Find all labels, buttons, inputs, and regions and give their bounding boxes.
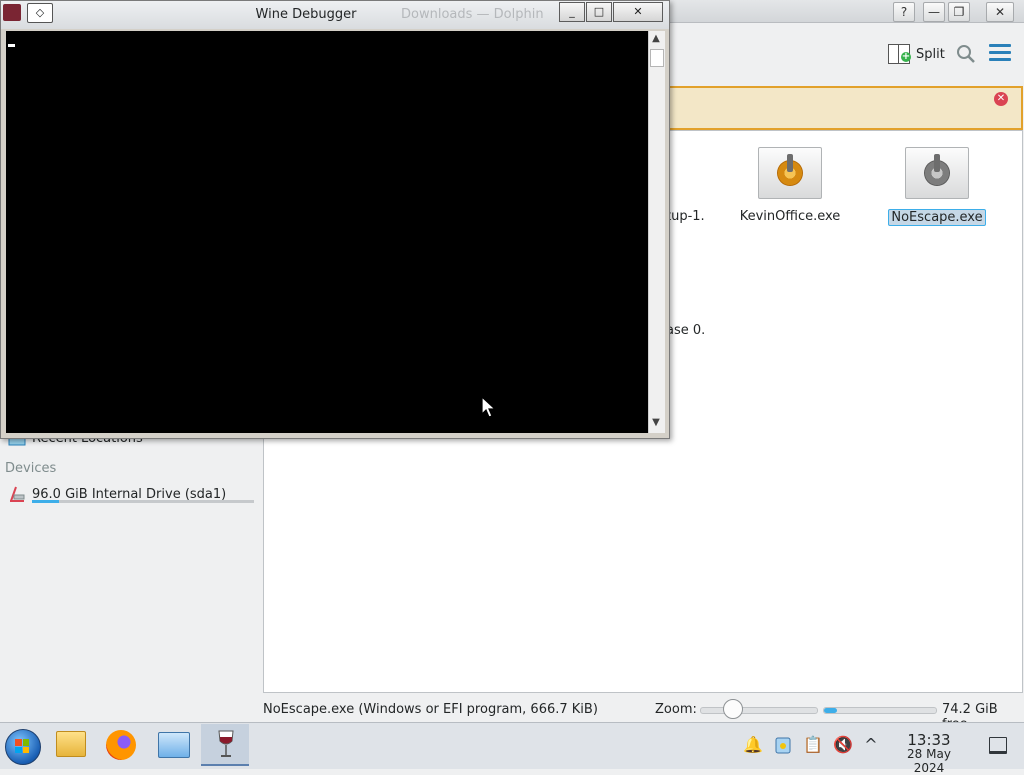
wd-minimize-button[interactable]: _: [559, 2, 585, 22]
mouse-pointer-icon: [481, 396, 497, 418]
clock-date[interactable]: 28 May 2024: [890, 747, 968, 775]
volume-muted-icon[interactable]: 🔇: [833, 735, 853, 755]
hamburger-menu-icon[interactable]: [989, 44, 1011, 64]
free-space-bar-fill: [824, 708, 838, 713]
help-button[interactable]: ?: [893, 2, 915, 22]
minimize-button[interactable]: —: [923, 2, 945, 22]
show-desktop-icon[interactable]: [989, 737, 1007, 754]
system-menu-button[interactable]: ◇: [27, 3, 53, 23]
split-view-icon: +: [888, 44, 911, 64]
split-button[interactable]: + Split: [888, 42, 945, 66]
zoom-slider-handle[interactable]: [723, 699, 743, 719]
free-space-bar: [823, 707, 937, 714]
firefox-icon: [106, 730, 136, 760]
file-label-partial: tup-1.: [666, 209, 705, 224]
close-message-icon[interactable]: ✕: [994, 92, 1008, 106]
clipboard-icon[interactable]: 📋: [803, 735, 823, 755]
file-label-partial: ase 0.: [666, 323, 706, 338]
console-scrollbar[interactable]: [648, 31, 665, 433]
file-item-noescape[interactable]: NoEscape.exe: [882, 147, 992, 226]
wd-close-button[interactable]: ✕: [613, 2, 663, 22]
notifications-icon[interactable]: 🔔: [743, 735, 763, 755]
search-icon[interactable]: [956, 44, 976, 64]
file-name: NoEscape.exe: [888, 209, 986, 226]
scrollbar-thumb[interactable]: [650, 49, 664, 67]
drive-usage-bar: [32, 500, 254, 503]
message-banner: [665, 86, 1023, 130]
windows-logo-icon: [15, 739, 29, 753]
debugger-console[interactable]: [6, 31, 648, 433]
close-button[interactable]: ✕: [986, 2, 1014, 22]
wine-installer-gear-icon: [758, 147, 822, 199]
split-label: Split: [916, 46, 945, 62]
wine-debugger-window: ◇ Wine Debugger Downloads — Dolphin _ □ …: [0, 0, 670, 439]
wd-maximize-button[interactable]: □: [586, 2, 612, 22]
show-hidden-icons-chevron-icon[interactable]: ^: [861, 735, 881, 755]
wine-executable-gear-icon: [905, 147, 969, 199]
status-text: NoEscape.exe (Windows or EFI program, 66…: [263, 702, 598, 717]
devices-section-title: Devices: [5, 461, 57, 476]
hard-drive-icon: [10, 486, 25, 502]
maximize-button[interactable]: ❐: [948, 2, 970, 22]
system-monitor-icon: [158, 732, 190, 758]
scroll-up-arrow-icon[interactable]: ▲: [648, 31, 664, 47]
file-manager-icon: [56, 731, 86, 757]
scroll-down-arrow-icon[interactable]: ▼: [648, 415, 664, 431]
wine-glass-icon: [218, 730, 234, 757]
zoom-slider-track[interactable]: [700, 707, 818, 714]
network-icon[interactable]: [773, 735, 793, 755]
file-name: KevinOffice.exe: [739, 209, 841, 224]
console-text-cursor: [8, 44, 15, 47]
background-window-title: Downloads — Dolphin: [401, 7, 544, 22]
wine-app-icon[interactable]: [3, 4, 21, 21]
zoom-label: Zoom:: [655, 702, 697, 717]
wine-debugger-title: Wine Debugger: [255, 7, 357, 22]
file-item-kevinoffice[interactable]: KevinOffice.exe: [735, 147, 845, 224]
